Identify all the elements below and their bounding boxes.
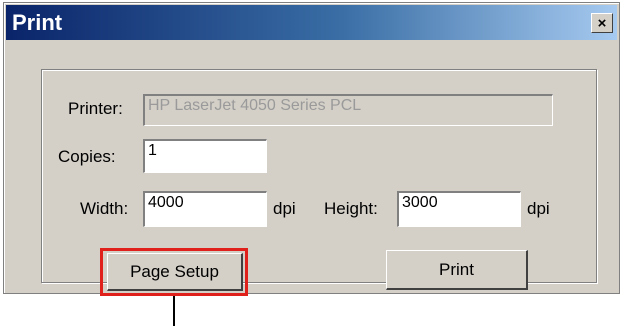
- close-icon: ×: [597, 14, 607, 32]
- callout-pointer-line: [173, 296, 175, 326]
- title-bar[interactable]: Print ×: [6, 5, 617, 40]
- copies-input[interactable]: 1: [143, 139, 267, 173]
- printer-label: Printer:: [68, 99, 123, 118]
- print-button-label: Print: [439, 259, 474, 279]
- dialog-title: Print: [12, 10, 63, 35]
- width-input[interactable]: 4000: [143, 191, 267, 227]
- width-label: Width:: [80, 199, 129, 218]
- height-label: Height:: [324, 199, 378, 218]
- copies-label: Copies:: [58, 147, 116, 166]
- close-button[interactable]: ×: [591, 13, 613, 33]
- print-button[interactable]: Print: [386, 250, 528, 290]
- height-unit-label: dpi: [527, 199, 550, 218]
- width-unit-label: dpi: [273, 199, 296, 218]
- printer-field: HP LaserJet 4050 Series PCL: [143, 94, 553, 126]
- page-setup-highlight: [100, 248, 248, 296]
- height-input[interactable]: 3000: [397, 191, 521, 227]
